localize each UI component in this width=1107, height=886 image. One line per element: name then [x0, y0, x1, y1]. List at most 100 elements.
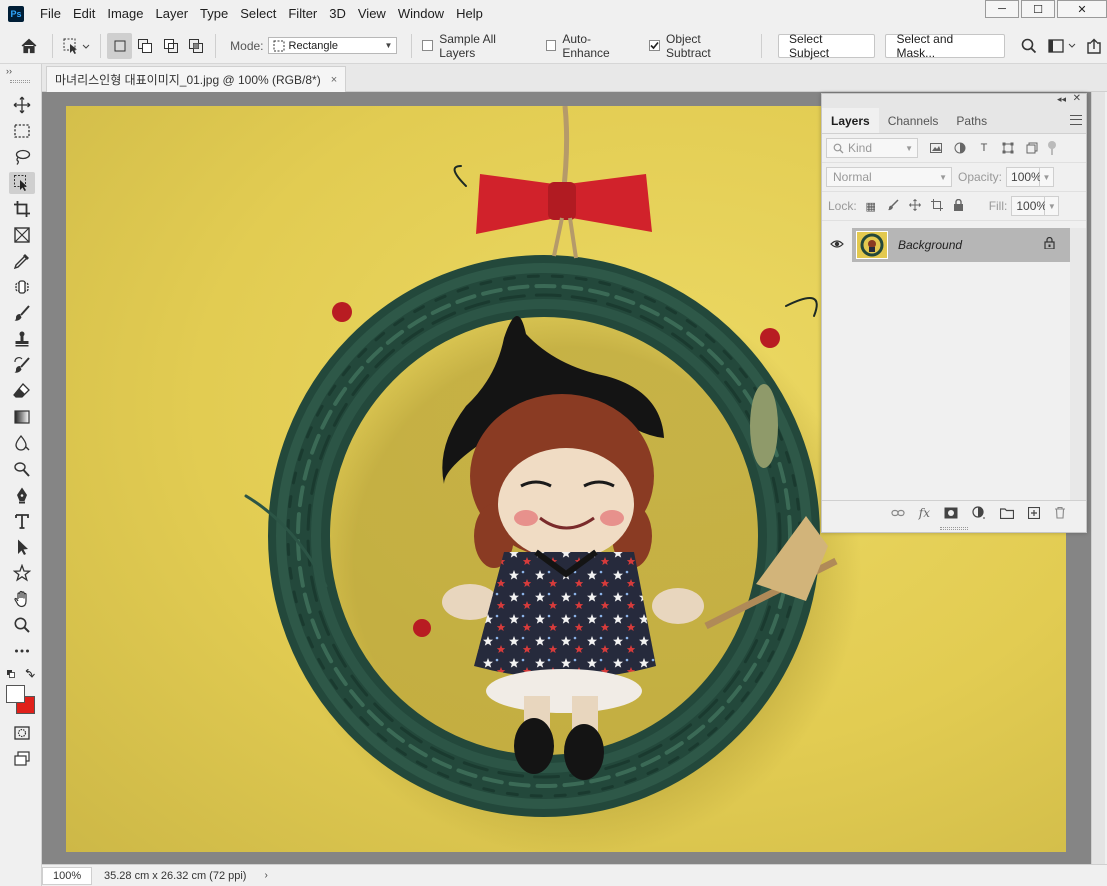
intersect-selection-button[interactable]	[184, 33, 210, 59]
select-and-mask-button[interactable]: Select and Mask...	[885, 32, 1005, 60]
select-subject-button[interactable]: Select Subject	[778, 32, 876, 60]
crop-tool[interactable]	[9, 198, 35, 220]
sample-all-layers-checkbox[interactable]: Sample All Layers	[422, 32, 533, 60]
eyedropper-tool[interactable]	[9, 250, 35, 272]
type-tool[interactable]	[9, 510, 35, 532]
menu-3d[interactable]: 3D	[323, 0, 352, 28]
tab-channels[interactable]: Channels	[879, 108, 948, 133]
maximize-button[interactable]: ☐	[1021, 0, 1055, 18]
checkbox-box[interactable]	[422, 40, 434, 51]
filter-shape-icon[interactable]	[1002, 142, 1014, 154]
lock-artboard-icon[interactable]	[930, 198, 943, 214]
mask-icon[interactable]	[944, 507, 958, 519]
collapse-panel-icon[interactable]: ◂◂	[1057, 94, 1066, 105]
lock-position-icon[interactable]	[908, 198, 921, 214]
menu-image[interactable]: Image	[101, 0, 149, 28]
fx-icon[interactable]: fx	[919, 506, 930, 520]
dodge-tool[interactable]	[9, 458, 35, 480]
filter-adjustment-icon[interactable]	[954, 142, 966, 154]
filter-type-icon[interactable]: T	[978, 142, 990, 154]
menu-type[interactable]: Type	[194, 0, 234, 28]
panel-header[interactable]: ◂◂ ✕	[822, 93, 1086, 108]
marquee-tool[interactable]	[9, 120, 35, 142]
layer-name[interactable]: Background	[898, 238, 962, 252]
close-button[interactable]: ✕	[1057, 0, 1107, 18]
workspace-button[interactable]	[1042, 33, 1081, 59]
more-tools[interactable]	[9, 640, 35, 662]
path-selection-tool[interactable]	[9, 536, 35, 558]
filter-smart-object-icon[interactable]	[1026, 142, 1038, 154]
hand-tool[interactable]	[9, 588, 35, 610]
menu-edit[interactable]: Edit	[67, 0, 101, 28]
share-button[interactable]	[1081, 33, 1107, 59]
menu-layer[interactable]: Layer	[150, 0, 195, 28]
foreground-color-swatch[interactable]	[6, 685, 25, 703]
eye-icon[interactable]	[830, 239, 844, 249]
collapse-panel-icon[interactable]: ››	[6, 66, 12, 76]
lasso-tool[interactable]	[9, 146, 35, 168]
minimize-button[interactable]: ─	[985, 0, 1019, 18]
home-button[interactable]	[16, 33, 42, 59]
checkbox-box-checked[interactable]	[649, 40, 661, 51]
adjustment-icon[interactable]	[972, 505, 986, 520]
panel-grip[interactable]	[10, 80, 30, 83]
tab-layers[interactable]: Layers	[822, 108, 879, 133]
screen-mode-button[interactable]	[9, 748, 35, 770]
checkbox-box[interactable]	[545, 40, 557, 51]
group-icon[interactable]	[1000, 507, 1014, 519]
tab-paths[interactable]: Paths	[947, 108, 996, 133]
filter-kind-select[interactable]: Kind ▼	[826, 138, 918, 158]
close-panel-icon[interactable]: ✕	[1073, 93, 1081, 104]
blend-mode-select[interactable]: Normal ▼	[826, 167, 952, 187]
search-button[interactable]	[1017, 33, 1043, 59]
vertical-scrollbar[interactable]	[1091, 92, 1105, 864]
lock-all-icon[interactable]	[953, 198, 965, 214]
link-icon[interactable]	[891, 508, 905, 518]
panel-resize-grip[interactable]	[940, 527, 968, 530]
new-layer-icon[interactable]	[1028, 506, 1040, 519]
add-to-selection-button[interactable]	[132, 33, 158, 59]
spot-healing-tool[interactable]	[9, 276, 35, 298]
close-tab-icon[interactable]: ×	[331, 74, 337, 86]
eraser-tool[interactable]	[9, 380, 35, 402]
object-selection-tool[interactable]	[9, 172, 35, 194]
auto-enhance-checkbox[interactable]: Auto-Enhance	[545, 32, 638, 60]
chevron-down-icon[interactable]: ▼	[1045, 196, 1060, 216]
shape-tool[interactable]	[9, 562, 35, 584]
clone-stamp-tool[interactable]	[9, 328, 35, 350]
menu-filter[interactable]: Filter	[282, 0, 323, 28]
brush-tool[interactable]	[9, 302, 35, 324]
layers-scrollbar[interactable]	[1070, 228, 1086, 500]
frame-tool[interactable]	[9, 224, 35, 246]
menu-help[interactable]: Help	[450, 0, 489, 28]
panel-menu-icon[interactable]	[1070, 115, 1082, 125]
gradient-tool[interactable]	[9, 406, 35, 428]
subtract-selection-button[interactable]	[158, 33, 184, 59]
quick-mask-button[interactable]	[9, 722, 35, 744]
mode-select[interactable]: Rectangle ▼	[267, 37, 398, 54]
menu-window[interactable]: Window	[392, 0, 450, 28]
fill-input[interactable]: 100%	[1011, 196, 1047, 216]
lock-transparent-icon[interactable]: ▦	[865, 200, 877, 213]
new-selection-button[interactable]	[106, 32, 133, 59]
history-brush-tool[interactable]	[9, 354, 35, 376]
document-tab[interactable]: 마녀리스인형 대표이미지_01.jpg @ 100% (RGB/8*) ×	[46, 66, 347, 92]
menu-view[interactable]: View	[352, 0, 392, 28]
pen-tool[interactable]	[9, 484, 35, 506]
menu-file[interactable]: File	[34, 0, 67, 28]
chevron-down-icon[interactable]: ▼	[1040, 167, 1055, 187]
zoom-tool[interactable]	[9, 614, 35, 636]
opacity-input[interactable]: 100%	[1006, 167, 1042, 187]
filter-toggle-icon[interactable]	[1048, 141, 1056, 155]
lock-image-brush-icon[interactable]	[887, 198, 899, 214]
default-colors-icon[interactable]	[6, 669, 36, 681]
zoom-level-field[interactable]: 100%	[42, 866, 92, 885]
delete-icon[interactable]	[1054, 506, 1066, 519]
object-subtract-checkbox[interactable]: Object Subtract	[649, 32, 747, 60]
tool-preset-picker[interactable]	[59, 33, 94, 59]
blur-tool[interactable]	[9, 432, 35, 454]
filter-pixel-icon[interactable]	[930, 142, 942, 154]
layer-row-background[interactable]: Background	[852, 228, 1070, 262]
move-tool[interactable]	[9, 94, 35, 116]
menu-select[interactable]: Select	[234, 0, 282, 28]
